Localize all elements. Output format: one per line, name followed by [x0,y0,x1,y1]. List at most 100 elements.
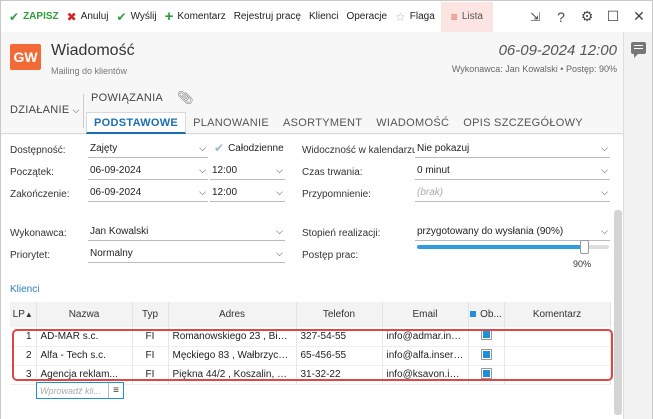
column-header-lp[interactable]: LP▲ [10,302,37,327]
cell-ob[interactable] [468,346,505,366]
maximize-icon[interactable]: ☐ [600,3,626,31]
comments-icon[interactable] [631,42,646,58]
operations-button[interactable]: Operacje [342,3,391,31]
action-dropdown[interactable]: DZIAŁANIE ⌵ [10,104,80,116]
avatar: GW [10,44,41,70]
chevron-down-icon: ⌵ [601,143,608,153]
tab-basic[interactable]: PODSTAWOWE [86,112,187,134]
stage-select[interactable]: przygotowany do wysłania (90%) ⌵ [415,223,610,241]
end-time-select[interactable]: 12:00 ⌵ [210,184,285,202]
availability-select[interactable]: Zajęty ⌵ [88,140,208,158]
cell-comment [504,346,611,366]
comment-button[interactable]: + Komentarz [161,3,230,31]
pin-icon[interactable]: ⇲ [522,3,548,31]
cell-email: info@ksavon.ins... [382,365,469,385]
stage-label: Stopień realizacji: [302,228,381,239]
cell-ob[interactable] [468,365,505,385]
priority-select[interactable]: Normalny ⌵ [88,245,285,263]
cell-name: Alfa - Tech s.c. [36,346,133,366]
checkbox-icon[interactable] [480,348,492,360]
check-icon: ✔ [9,9,20,24]
help-icon[interactable]: ? [548,3,574,31]
executor-select[interactable]: Jan Kowalski ⌵ [88,223,285,241]
tab-assortment[interactable]: ASORTYMENT [276,112,369,134]
tab-description[interactable]: OPIS SZCZEGÓŁOWY [456,112,590,134]
cell-comment [504,327,611,347]
cell-comment [504,365,611,385]
sort-up-icon: ▲ [24,310,33,319]
reminder-label: Przypomnienie: [302,189,371,200]
menu-icon[interactable]: ≡ [108,383,123,398]
cell-type: FI [132,346,169,366]
cell-phone: 327-54-55 [296,327,383,347]
reminder-select[interactable]: (brak) ⌵ [415,184,610,202]
gear-icon[interactable]: ⚙ [574,3,600,31]
square-icon [470,311,477,318]
check-icon: ✔ [214,141,225,155]
cell-lp: 2 [10,346,37,366]
save-button[interactable]: ✔ ZAPISZ [5,3,63,31]
main-panel: GW Wiadomość Mailing do klientów 06-09-2… [0,32,623,419]
progress-value: 90% [573,259,592,269]
flag-button[interactable]: ☆ Flaga [391,3,439,31]
chevron-down-icon: ⌵ [601,187,608,197]
checkbox-icon[interactable] [480,367,492,379]
column-header-address[interactable]: Adres [168,302,297,327]
end-date-input[interactable]: 06-09-2024 ⌵ [88,184,208,202]
column-header-comment[interactable]: Komentarz [504,302,611,327]
checkbox-icon[interactable] [480,329,492,341]
new-client-input[interactable]: Wprowadź kli... ≡ [36,382,124,399]
start-time-select[interactable]: 12:00 ⌵ [210,162,285,180]
column-header-email[interactable]: Email [382,302,469,327]
chevron-down-icon: ⌵ [72,105,80,115]
tab-planning[interactable]: PLANOWANIE [186,112,276,134]
all-day-checkbox[interactable]: ✔ Całodzienne [214,141,284,155]
chevron-down-icon: ⌵ [601,226,608,236]
end-label: Zakończenie: [10,189,70,200]
paperclip-icon[interactable]: 📎︎ [177,90,194,106]
duration-select[interactable]: 0 minut ⌵ [415,162,610,180]
vertical-scrollbar[interactable] [614,210,622,415]
chevron-down-icon: ⌵ [601,165,608,175]
cell-email: info@admar.inse... [382,327,469,347]
table-row[interactable]: 2 Alfa - Tech s.c. FI Męckiego 83 , Wałb… [10,346,611,366]
send-button[interactable]: ✔ Wyślij [113,3,161,31]
column-header-ob[interactable]: Ob... [468,302,505,327]
check-icon: ✔ [116,9,127,24]
register-work-button[interactable]: Rejestruj pracę [230,3,305,31]
relations-link[interactable]: POWIĄZANIA [91,92,163,104]
cell-address: Męckiego 83 , Wałbrzych,... [168,346,297,366]
close-icon: ✖ [66,9,77,24]
chevron-down-icon: ⌵ [199,165,206,175]
cell-ob[interactable] [468,327,505,347]
close-window-icon[interactable]: ✕ [626,3,652,31]
cancel-button[interactable]: ✖ Anuluj [63,3,113,31]
column-header-type[interactable]: Typ [132,302,169,327]
column-header-phone[interactable]: Telefon [296,302,383,327]
cell-type: FI [132,327,169,347]
column-header-name[interactable]: Nazwa [36,302,133,327]
chevron-down-icon: ⌵ [276,226,283,236]
calendar-visibility-select[interactable]: Nie pokazuj ⌵ [415,140,610,158]
list-button[interactable]: ≡ Lista [440,1,493,32]
chevron-down-icon: ⌵ [276,248,283,258]
chevron-down-icon: ⌵ [276,187,283,197]
chevron-down-icon: ⌵ [276,165,283,175]
executor-label: Wykonawca: [10,228,67,239]
cell-lp: 3 [10,365,37,385]
cell-name: AD-MAR s.c. [36,327,133,347]
page-title: Wiadomość [51,42,135,59]
cell-lp: 1 [10,327,37,347]
progress-slider-fill [417,245,585,249]
cell-email: info@alfa.insert.pl [382,346,469,366]
cell-address: Piękna 44/2 , Koszalin, 52-... [168,365,297,385]
chevron-down-icon: ⌵ [199,187,206,197]
progress-slider-handle[interactable] [580,240,589,254]
toolbar: ✔ ZAPISZ ✖ Anuluj ✔ Wyślij + Komentarz Rejes… [0,0,653,32]
chevron-down-icon: ⌵ [199,143,206,153]
progress-label: Postęp prac: [302,250,359,261]
clients-button[interactable]: Klienci [305,3,342,31]
start-date-input[interactable]: 06-09-2024 ⌵ [88,162,208,180]
tab-message[interactable]: WIADOMOŚĆ [369,112,456,134]
table-row[interactable]: 1 AD-MAR s.c. FI Romanowskiego 23 , Bier… [10,327,611,347]
